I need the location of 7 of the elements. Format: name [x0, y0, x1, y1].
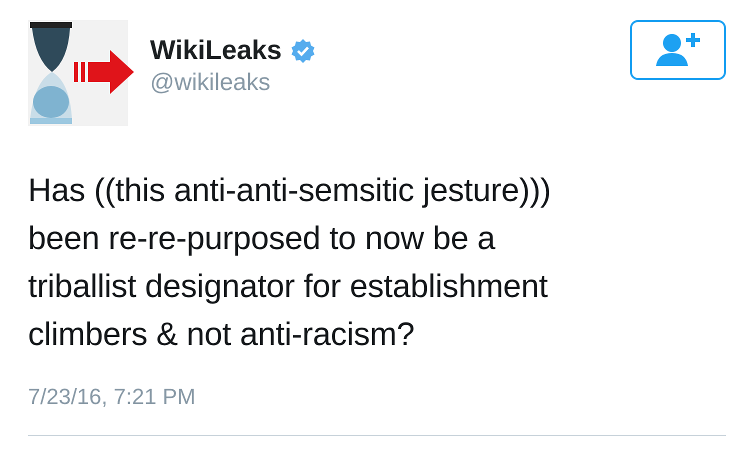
- author-handle[interactable]: @wikileaks: [150, 70, 630, 96]
- tweet-text: Has ((this anti-anti-semsitic jesture))) been re-re-purposed to now be a triballist designator for establishment climbers & not anti-racism?: [28, 171, 552, 354]
- arrow-icon: [74, 50, 134, 94]
- author-name[interactable]: WikiLeaks: [150, 36, 282, 66]
- add-person-icon: [654, 32, 702, 68]
- follow-button[interactable]: [630, 20, 726, 80]
- tweet-timestamp[interactable]: 7/23/16, 7:21 PM: [28, 380, 726, 413]
